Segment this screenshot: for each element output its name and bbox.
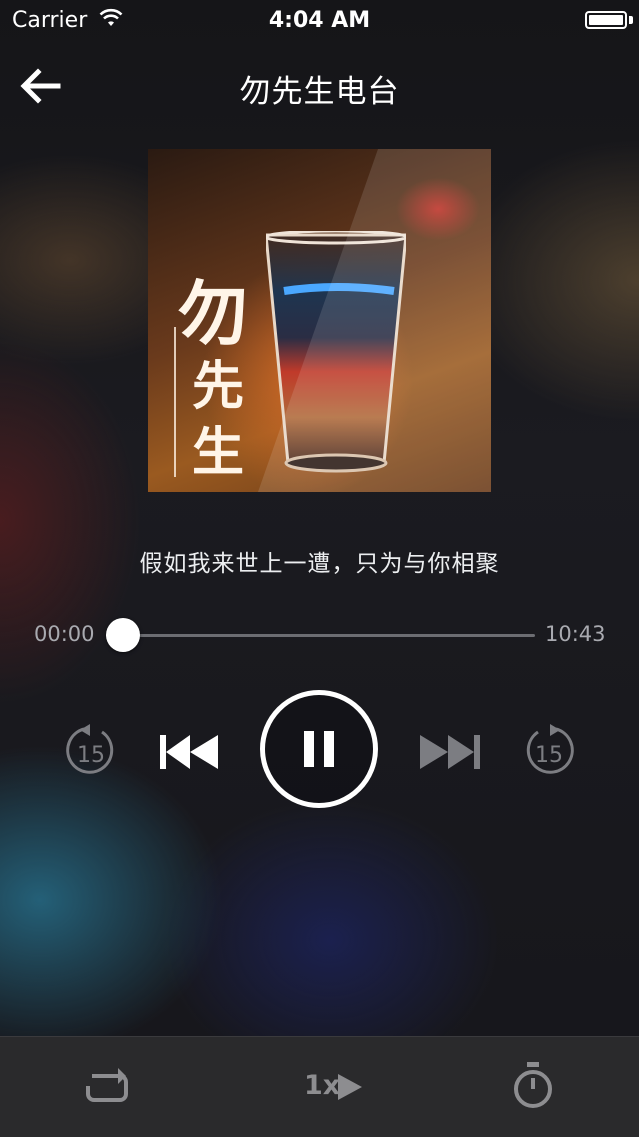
speed-button[interactable]: 1x — [300, 1066, 364, 1106]
album-cover: 勿 先 生 — [148, 149, 491, 492]
rewind-15-label: 15 — [77, 743, 105, 768]
page-title: 勿先生电台 — [239, 74, 400, 110]
forward-15-label: 15 — [535, 743, 563, 768]
timer-icon[interactable] — [512, 1062, 554, 1110]
cover-char-3: 生 — [192, 422, 245, 483]
cover-char-2: 先 — [192, 356, 245, 417]
status-bar: Carrier 4:04 AM — [0, 0, 639, 40]
forward-15-icon[interactable]: 15 — [522, 724, 576, 778]
current-time: 00:00 — [34, 622, 95, 646]
play-triangle-icon — [338, 1074, 362, 1100]
cover-char-1: 勿 — [178, 272, 248, 355]
pause-button[interactable] — [260, 690, 378, 808]
progress-knob[interactable] — [106, 618, 141, 652]
pause-icon — [304, 731, 334, 767]
speed-label: 1x — [304, 1070, 341, 1101]
next-icon[interactable] — [420, 735, 482, 769]
track-subtitle: 假如我来世上一遭，只为与你相聚 — [139, 551, 500, 577]
rewind-15-icon[interactable]: 15 — [64, 724, 118, 778]
previous-icon[interactable] — [158, 735, 220, 769]
total-time: 10:43 — [545, 622, 606, 646]
clock: 4:04 AM — [268, 8, 371, 33]
repeat-icon[interactable] — [84, 1068, 130, 1106]
battery-icon — [585, 11, 627, 29]
cover-divider — [174, 327, 176, 477]
progress-track[interactable] — [106, 634, 535, 637]
battery-tip — [629, 16, 633, 24]
